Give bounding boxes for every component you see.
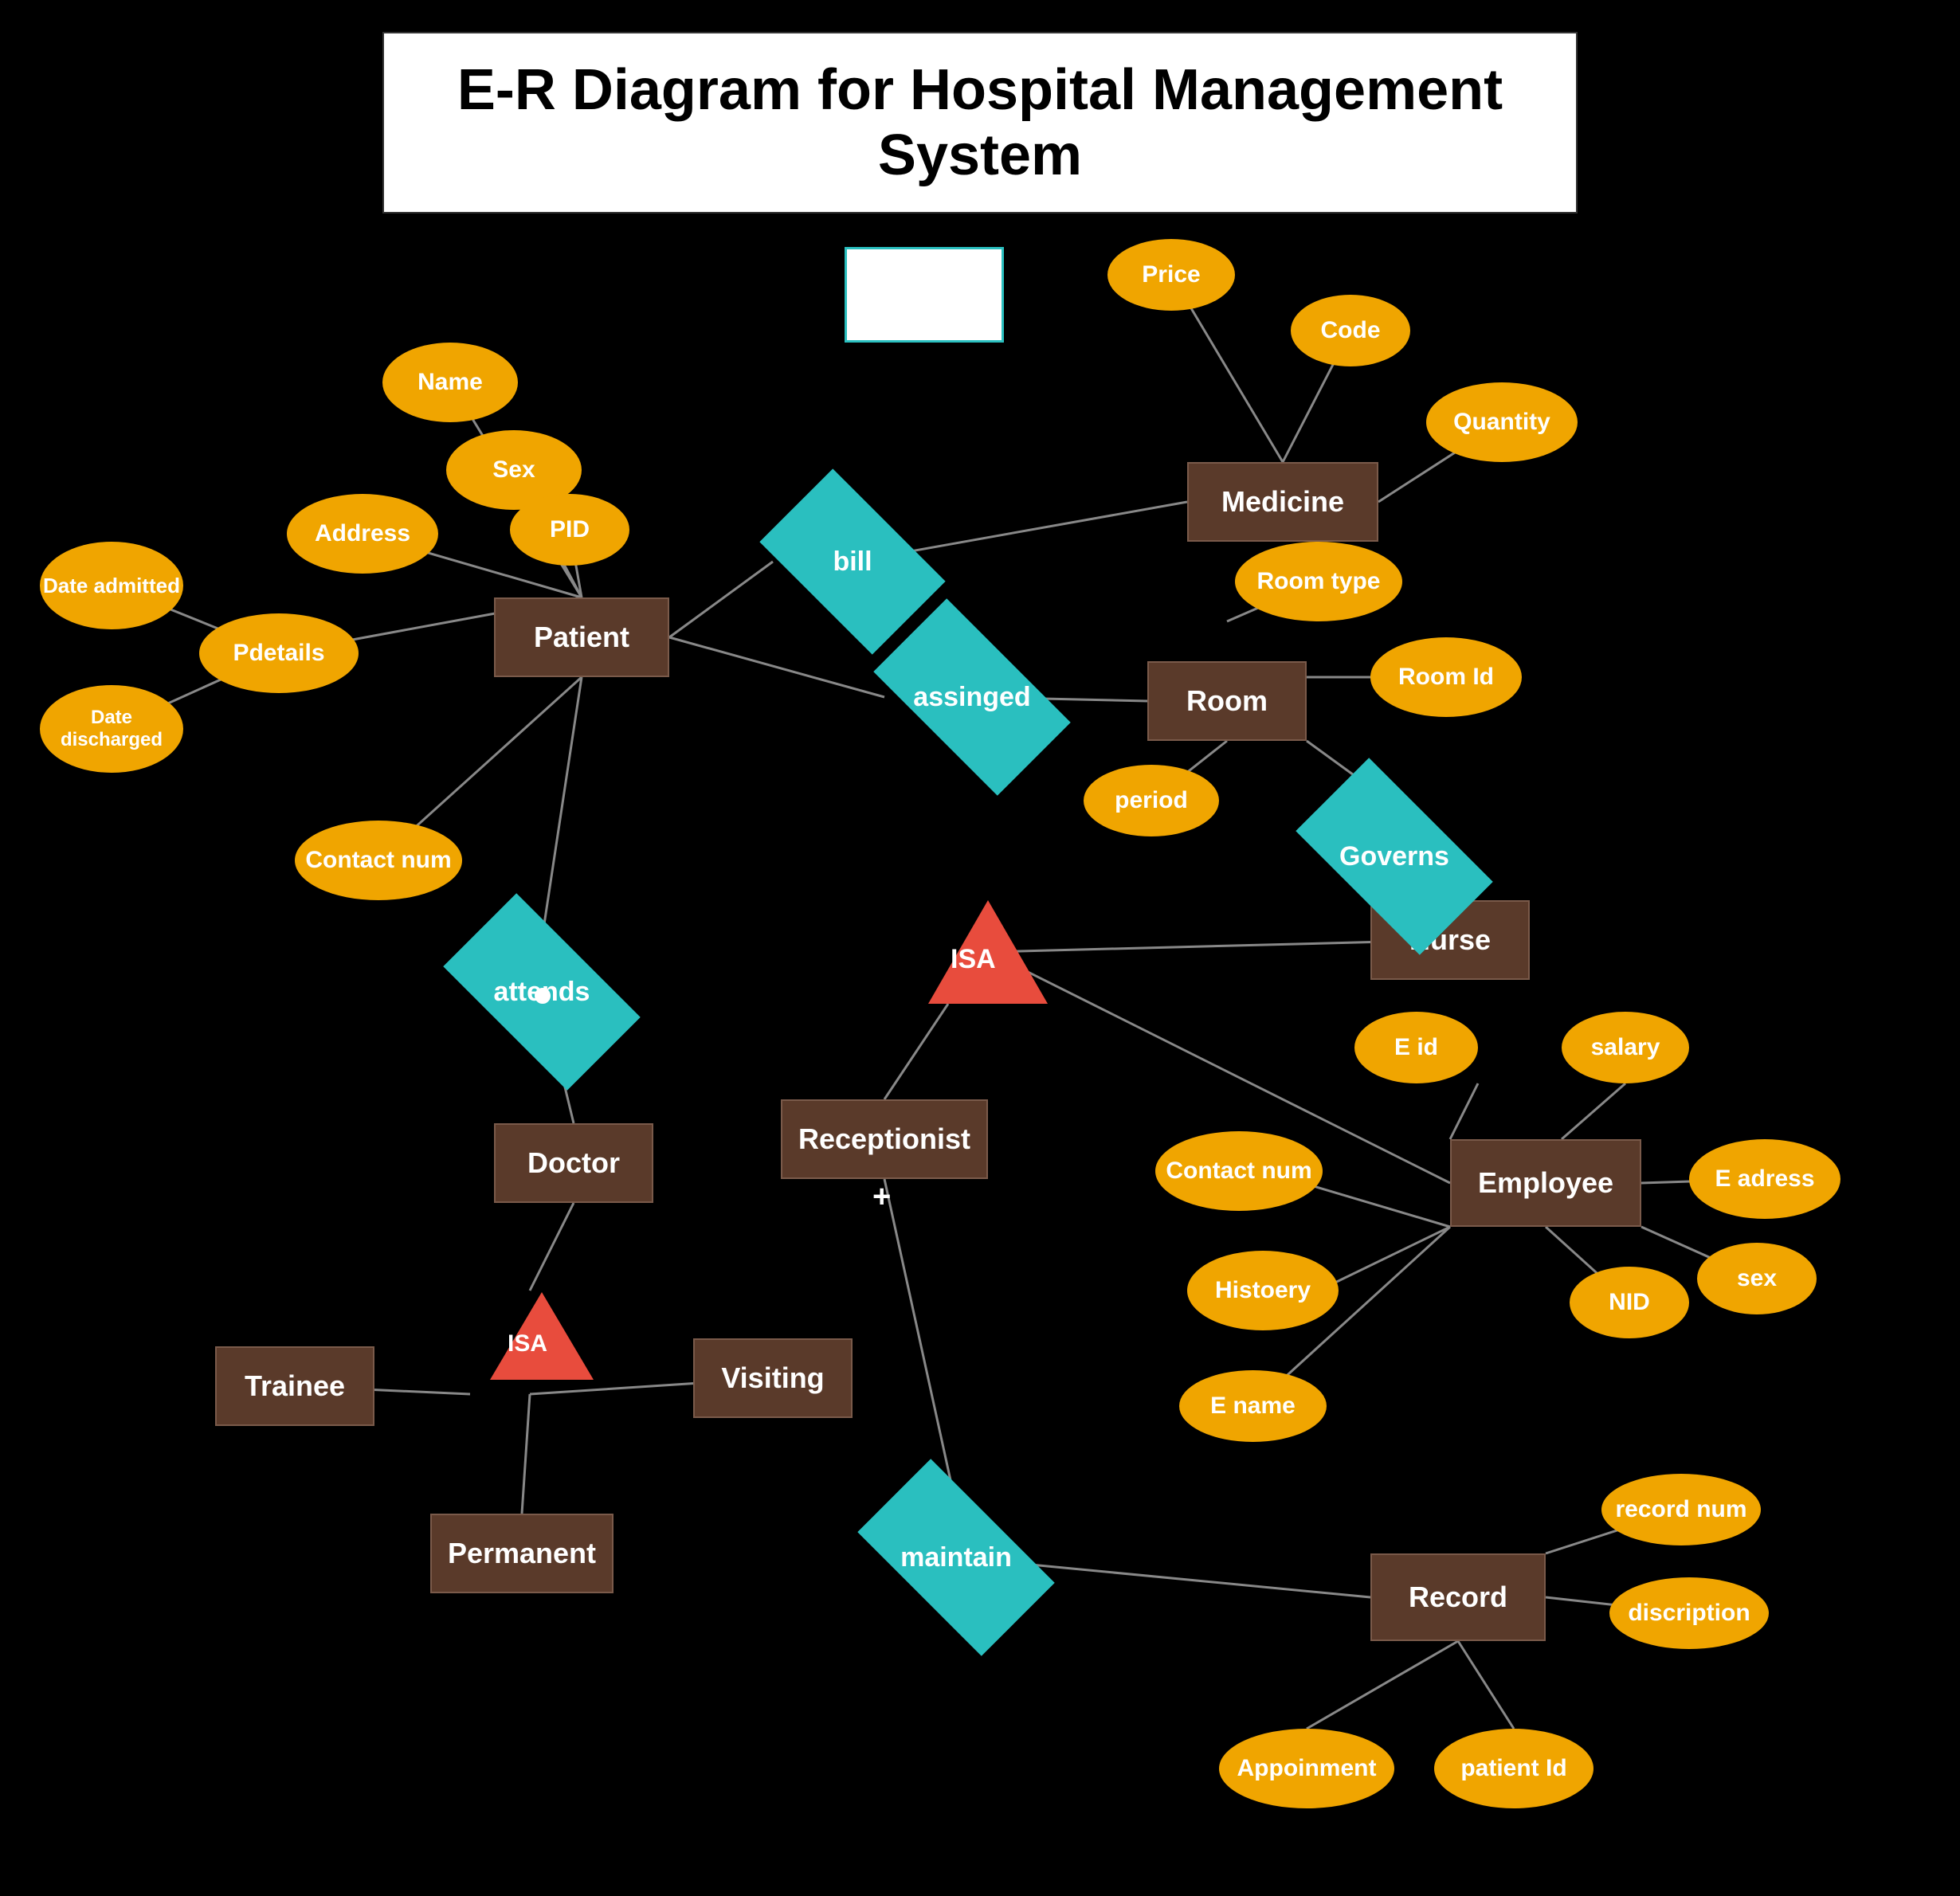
unlabeled-rect — [845, 247, 1004, 343]
attr-datedischarged: Date discharged — [40, 685, 183, 773]
diamond-attends: attends — [454, 940, 629, 1044]
entity-trainee: Trainee — [215, 1346, 374, 1426]
attr-esex: sex — [1697, 1243, 1817, 1314]
attr-price: Price — [1107, 239, 1235, 311]
attr-appoinment: Appoinment — [1219, 1729, 1394, 1808]
entity-patient: Patient — [494, 597, 669, 677]
attr-code: Code — [1291, 295, 1410, 366]
attr-dateadmitted: Date admitted — [40, 542, 183, 629]
attr-name: Name — [382, 343, 518, 422]
attr-salary: salary — [1562, 1012, 1689, 1083]
attr-roomtype: Room type — [1235, 542, 1402, 621]
entity-permanent: Permanent — [430, 1514, 613, 1593]
entity-doctor: Doctor — [494, 1123, 653, 1203]
attr-roomid: Room Id — [1370, 637, 1522, 717]
attr-histoery: Histoery — [1187, 1251, 1339, 1330]
attr-address: Address — [287, 494, 438, 574]
attr-patientid: patient Id — [1434, 1729, 1593, 1808]
title-box: E-R Diagram for Hospital Management Syst… — [382, 32, 1578, 213]
attr-eaddress: E adress — [1689, 1139, 1840, 1219]
diamond-maintain: maintain — [868, 1506, 1044, 1609]
attr-period: period — [1084, 765, 1219, 836]
entity-room: Room — [1147, 661, 1307, 741]
isa-triangle-2: ISA — [490, 1292, 594, 1380]
entity-record: Record — [1370, 1553, 1546, 1641]
attr-quantity: Quantity — [1426, 382, 1578, 462]
attr-eid: E id — [1354, 1012, 1478, 1083]
attr-ename: E name — [1179, 1370, 1327, 1442]
diamond-bill: bill — [773, 510, 932, 613]
attr-pdetails: Pdetails — [199, 613, 359, 693]
title-text: E-R Diagram for Hospital Management Syst… — [457, 58, 1503, 187]
diamond-assinged: assinged — [884, 645, 1060, 749]
attr-contactnum: Contact num — [295, 821, 462, 900]
entity-medicine: Medicine — [1187, 462, 1378, 542]
attr-nid: NID — [1570, 1267, 1689, 1338]
isa-triangle-1: ISA — [928, 900, 1048, 1004]
attr-pid: PID — [510, 494, 629, 566]
attr-recordnum: record num — [1601, 1474, 1761, 1545]
attr-discription: discription — [1609, 1577, 1769, 1649]
entity-receptionist: Receptionist — [781, 1099, 988, 1179]
attr-contactnum2: Contact num — [1155, 1131, 1323, 1211]
entity-visiting: Visiting — [693, 1338, 853, 1418]
plus-marker-receptionist: + — [872, 1179, 891, 1215]
diamond-governs: Governs — [1307, 805, 1482, 908]
entity-employee: Employee — [1450, 1139, 1641, 1227]
